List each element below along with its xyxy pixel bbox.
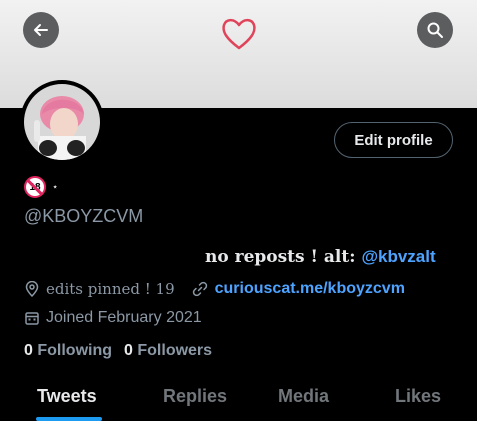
followers-label: Followers [137,342,213,359]
tab-replies[interactable]: Replies [163,386,227,407]
bio-text: no reposts ! alt: [205,247,356,267]
heart-icon [222,18,256,50]
profile-meta-row: edits pinned ! 19 curiouscat.me/kboyzcvm [24,280,405,298]
tab-media[interactable]: Media [278,386,329,407]
join-date-text: Joined February 2021 [46,309,202,326]
active-tab-indicator [36,417,102,421]
display-name: 18 ⋆ [24,176,58,198]
following-label: Following [37,342,113,359]
location-pin-icon [24,281,40,297]
arrow-left-icon [34,24,48,36]
avatar[interactable] [20,80,104,164]
followers-count: 0 [124,342,133,359]
profile-tabs: Tweets Replies Media Likes [0,376,477,421]
bio-mention-link[interactable]: @kbvzalt [361,247,435,266]
edit-profile-button[interactable]: Edit profile [334,122,453,158]
followers-link[interactable]: 0 Followers [124,342,212,360]
search-button[interactable] [417,12,453,48]
calendar-icon [24,310,40,326]
tab-likes[interactable]: Likes [395,386,441,407]
follow-stats: 0 Following 0 Followers [24,342,212,360]
search-icon [427,22,443,38]
following-count: 0 [24,342,33,359]
back-button[interactable] [23,12,59,48]
join-date-row: Joined February 2021 [24,309,202,327]
website-link[interactable]: curiouscat.me/kboyzcvm [215,280,405,298]
location-text: edits pinned ! 19 [46,280,175,298]
tab-tweets[interactable]: Tweets [37,386,97,407]
name-star: ⋆ [52,181,59,193]
no-under-18-icon: 18 [24,176,46,198]
user-handle: @KBOYZCVM [24,206,144,226]
bio: no reposts ! alt: @kbvzalt [205,247,436,267]
avatar-image [24,84,100,160]
link-icon [191,280,209,298]
following-link[interactable]: 0 Following [24,342,112,360]
